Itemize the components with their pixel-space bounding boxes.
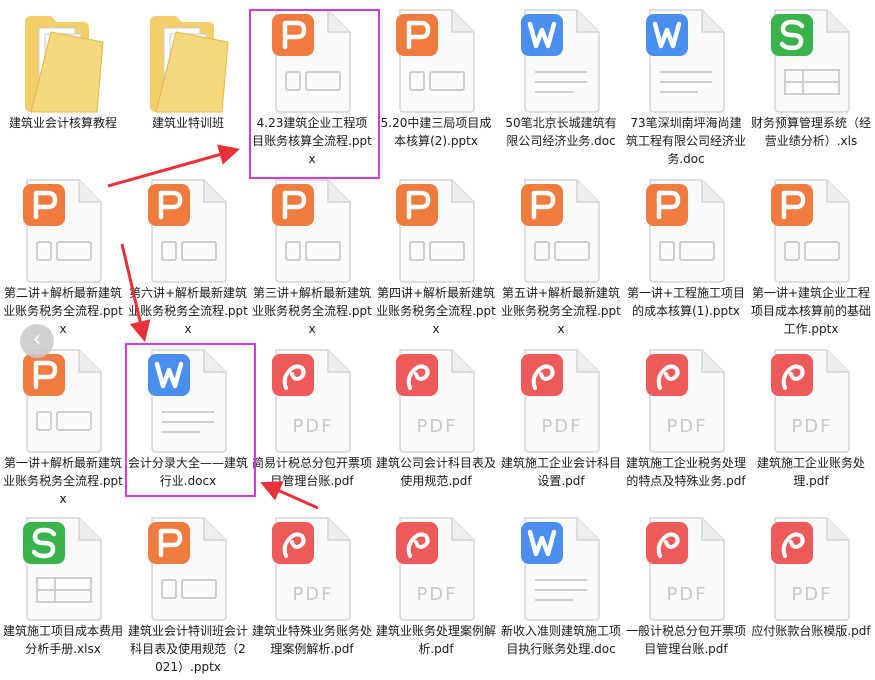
file-name-label: 会计分录大全——建筑行业.docx (128, 456, 249, 488)
file-item[interactable]: PDF 建筑业特殊业务账务处理案例解析.pdf (250, 510, 374, 680)
folder-item[interactable]: 建筑业特训班 (126, 2, 250, 172)
file-name-label: 50笔北京长城建筑有限公司经济业务.doc (505, 116, 617, 148)
file-name-label: 建筑施工企业会计科目设置.pdf (501, 456, 622, 488)
file-item[interactable]: PDF 简易计税总分包开票项目管理台账.pdf (250, 342, 374, 512)
file-name-label: 73笔深圳南坪海尚建筑工程有限公司经济业务.doc (626, 116, 747, 166)
file-name-label: 第二讲+解析最新建筑业账务税务全流程.pptx (3, 286, 123, 336)
file-item[interactable]: PDF 建筑业账务处理案例解析.pdf (374, 510, 498, 680)
pptx-file-icon (374, 8, 498, 120)
file-item[interactable]: PDF 建筑施工企业会计科目设置.pdf (499, 342, 623, 512)
file-item[interactable]: 73笔深圳南坪海尚建筑工程有限公司经济业务.doc (624, 2, 748, 172)
file-name-label: 建筑业会计核算教程 (8, 116, 117, 130)
file-name-label: 4.23建筑企业工程项目账务核算全流程.pptx (252, 116, 372, 166)
doc-file-icon (126, 348, 250, 460)
doc-file-icon (624, 8, 748, 120)
folder-item[interactable]: 建筑业会计核算教程 (1, 2, 125, 172)
file-name-label: 第四讲+解析最新建筑业账务税务全流程.pptx (376, 286, 496, 336)
file-item[interactable]: 建筑施工项目成本费用分析手册.xlsx (1, 510, 125, 680)
file-item[interactable]: PDF 应付账款台账模版.pdf (749, 510, 873, 680)
file-item[interactable]: 第六讲+解析最新建筑业账务税务全流程.pptx (126, 172, 250, 342)
file-name-label: 财务预算管理系统（经营业绩分析）.xls (751, 116, 872, 148)
xls-file-icon (749, 8, 873, 120)
file-name-label: 第一讲+工程施工项目的成本核算(1).pptx (626, 286, 746, 318)
svg-text:PDF: PDF (416, 416, 457, 437)
pdf-file-icon: PDF (250, 348, 374, 460)
doc-file-icon (499, 516, 623, 628)
file-item[interactable]: 50笔北京长城建筑有限公司经济业务.doc (499, 2, 623, 172)
pptx-file-icon (1, 178, 125, 290)
file-item[interactable]: 4.23建筑企业工程项目账务核算全流程.pptx (250, 2, 374, 172)
pdf-file-icon: PDF (749, 348, 873, 460)
pptx-file-icon (499, 178, 623, 290)
file-item[interactable]: 财务预算管理系统（经营业绩分析）.xls (749, 2, 873, 172)
file-name-label: 建筑施工企业税务处理的特点及特殊业务.pdf (626, 456, 747, 488)
file-item[interactable]: 第二讲+解析最新建筑业账务税务全流程.pptx (1, 172, 125, 342)
file-grid: 建筑业会计核算教程 建筑业特训班 4.23建筑企业工程项目账务核算全流程.pptx 5… (0, 0, 875, 676)
file-name-label: 应付账款台账模版.pdf (751, 624, 871, 638)
folder-icon (1, 8, 125, 120)
svg-text:PDF: PDF (292, 584, 333, 605)
pptx-file-icon (749, 178, 873, 290)
file-name-label: 第一讲+解析最新建筑业账务税务全流程.pptx (3, 456, 123, 506)
chevron-left-icon: ‹ (32, 327, 42, 352)
file-name-label: 第五讲+解析最新建筑业账务税务全流程.pptx (501, 286, 621, 336)
file-item[interactable]: 第一讲+工程施工项目的成本核算(1).pptx (624, 172, 748, 342)
pdf-file-icon: PDF (624, 348, 748, 460)
svg-text:PDF: PDF (416, 584, 457, 605)
svg-text:PDF: PDF (791, 584, 832, 605)
file-name-label: 一般计税总分包开票项目管理台账.pdf (626, 624, 747, 656)
folder-icon (126, 8, 250, 120)
pdf-file-icon: PDF (499, 348, 623, 460)
xls-file-icon (1, 516, 125, 628)
file-item[interactable]: PDF 建筑施工企业税务处理的特点及特殊业务.pdf (624, 342, 748, 512)
scroll-left-button[interactable]: ‹ (20, 324, 54, 358)
pdf-file-icon: PDF (250, 516, 374, 628)
pdf-file-icon: PDF (374, 348, 498, 460)
file-item[interactable]: 第一讲+建筑企业工程项目成本核算前的基础工作.pptx (749, 172, 873, 342)
file-item[interactable]: 第四讲+解析最新建筑业账务税务全流程.pptx (374, 172, 498, 342)
file-item[interactable]: 新收入准则建筑施工项目执行账务处理.doc (499, 510, 623, 680)
pptx-file-icon (250, 178, 374, 290)
file-name-label: 建筑业账务处理案例解析.pdf (376, 624, 497, 656)
svg-text:PDF: PDF (666, 416, 707, 437)
file-item[interactable]: 会计分录大全——建筑行业.docx (126, 342, 250, 512)
pptx-file-icon (126, 516, 250, 628)
file-name-label: 5.20中建三局项目成本核算(2).pptx (380, 116, 492, 148)
pptx-file-icon (250, 8, 374, 120)
svg-text:PDF: PDF (292, 416, 333, 437)
svg-text:PDF: PDF (791, 416, 832, 437)
pptx-file-icon (1, 348, 125, 460)
file-item[interactable]: PDF 一般计税总分包开票项目管理台账.pdf (624, 510, 748, 680)
svg-text:PDF: PDF (541, 416, 582, 437)
file-item[interactable]: 第五讲+解析最新建筑业账务税务全流程.pptx (499, 172, 623, 342)
file-name-label: 建筑公司会计科目表及使用规范.pdf (376, 456, 497, 488)
file-name-label: 第一讲+建筑企业工程项目成本核算前的基础工作.pptx (751, 286, 872, 336)
file-item[interactable]: 5.20中建三局项目成本核算(2).pptx (374, 2, 498, 172)
file-item[interactable]: 第三讲+解析最新建筑业账务税务全流程.pptx (250, 172, 374, 342)
file-name-label: 建筑施工企业账务处理.pdf (756, 456, 865, 488)
pptx-file-icon (374, 178, 498, 290)
doc-file-icon (499, 8, 623, 120)
file-name-label: 新收入准则建筑施工项目执行账务处理.doc (501, 624, 622, 656)
pdf-file-icon: PDF (374, 516, 498, 628)
pptx-file-icon (624, 178, 748, 290)
file-name-label: 建筑业特殊业务账务处理案例解析.pdf (252, 624, 373, 656)
pptx-file-icon (126, 178, 250, 290)
file-name-label: 建筑业会计特训班会计科目表及使用规范（2021）.pptx (128, 624, 249, 674)
file-name-label: 第六讲+解析最新建筑业账务税务全流程.pptx (128, 286, 248, 336)
svg-text:PDF: PDF (666, 584, 707, 605)
pdf-file-icon: PDF (749, 516, 873, 628)
file-item[interactable]: 建筑业会计特训班会计科目表及使用规范（2021）.pptx (126, 510, 250, 680)
file-name-label: 第三讲+解析最新建筑业账务税务全流程.pptx (252, 286, 372, 336)
file-name-label: 简易计税总分包开票项目管理台账.pdf (252, 456, 373, 488)
pdf-file-icon: PDF (624, 516, 748, 628)
file-item[interactable]: PDF 建筑公司会计科目表及使用规范.pdf (374, 342, 498, 512)
file-item[interactable]: 第一讲+解析最新建筑业账务税务全流程.pptx (1, 342, 125, 512)
file-name-label: 建筑业特训班 (151, 116, 224, 130)
file-item[interactable]: PDF 建筑施工企业账务处理.pdf (749, 342, 873, 512)
file-name-label: 建筑施工项目成本费用分析手册.xlsx (3, 624, 124, 656)
